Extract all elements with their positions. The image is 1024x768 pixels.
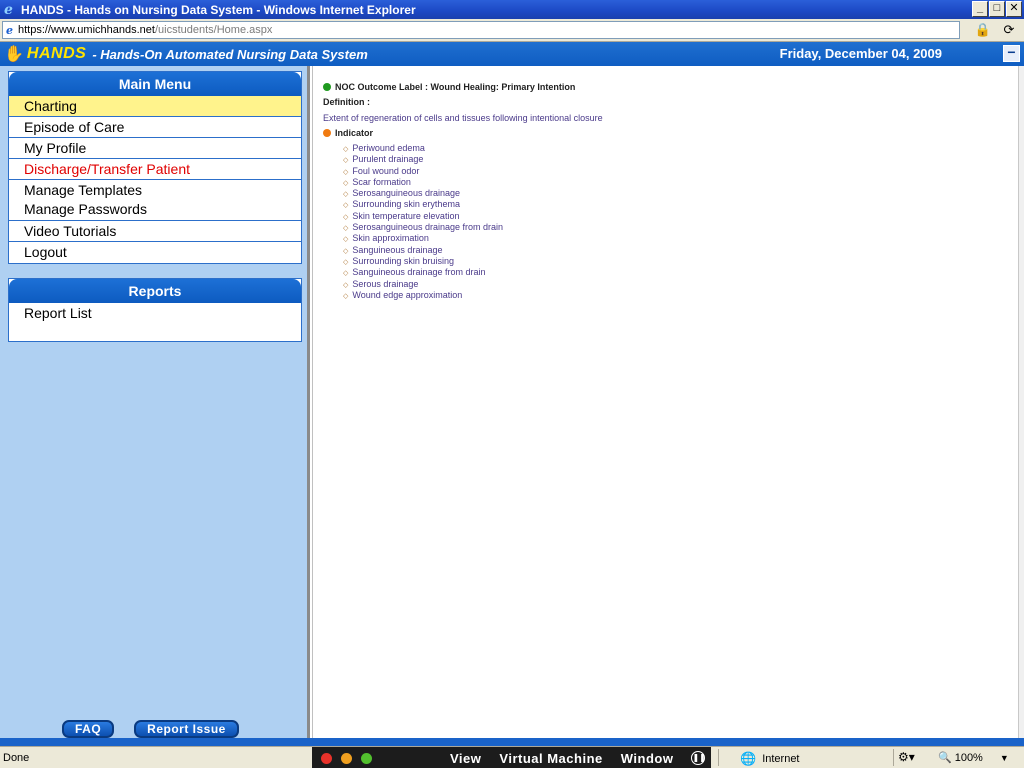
noc-outcome-label: NOC Outcome Label : Wound Healing: Prima… [323, 82, 575, 92]
refresh-icon[interactable]: ⟳ [1000, 21, 1018, 39]
menu-item-my-profile[interactable]: My Profile [9, 138, 301, 159]
security-zone: 🌐 Internet [740, 751, 800, 767]
reports-menu: Reports Report List [8, 278, 302, 342]
indicator-label: Indicator [335, 128, 374, 138]
status-text: Done [3, 752, 30, 764]
url-field[interactable]: e https://www.umichhands.net/uicstudents… [2, 21, 960, 39]
magnifier-icon: 🔍 [938, 752, 952, 764]
menu-item-episode-of-care[interactable]: Episode of Care [9, 117, 301, 138]
indicator-heading: Indicator [323, 128, 373, 138]
main-menu-title: Main Menu [9, 72, 301, 96]
list-item[interactable]: Serosanguineous drainage from drain [343, 222, 503, 233]
vm-menu-window[interactable]: Window [621, 751, 674, 766]
vm-toolbar: View Virtual Machine Window ❚❚ [312, 747, 711, 768]
zoom-level: 100% [954, 751, 983, 764]
zoom-control[interactable]: 🔍 100% ▼ [938, 751, 1009, 765]
pause-icon[interactable]: ❚❚ [691, 751, 706, 765]
collapse-button[interactable]: − [1003, 45, 1020, 62]
definition-text: Extent of regeneration of cells and tiss… [323, 113, 603, 123]
url-host: https://www.umichhands.net [18, 24, 155, 36]
ie-logo-icon: e [4, 1, 13, 18]
menu-item-manage-passwords[interactable]: Manage Passwords [9, 200, 301, 221]
main-menu: Main Menu Charting Episode of Care My Pr… [8, 71, 302, 264]
menu-item-video-tutorials[interactable]: Video Tutorials [9, 221, 301, 242]
minimize-button[interactable]: _ [972, 1, 988, 17]
close-light-icon[interactable] [321, 752, 332, 764]
close-button[interactable]: ✕ [1006, 1, 1022, 17]
maximize-button[interactable]: □ [989, 1, 1005, 17]
sidebar: Main Menu Charting Episode of Care My Pr… [0, 66, 310, 738]
list-item[interactable]: Sanguineous drainage [343, 245, 503, 256]
ie-page-icon: e [6, 23, 13, 37]
app-header: ✋ HANDS - Hands-On Automated Nursing Dat… [0, 42, 1024, 66]
scrollbar[interactable] [1018, 66, 1024, 738]
list-item[interactable]: Foul wound odor [343, 166, 503, 177]
list-item[interactable]: Wound edge approximation [343, 290, 503, 301]
list-item[interactable]: Surrounding skin erythema [343, 199, 503, 210]
current-date: Friday, December 04, 2009 [779, 46, 942, 61]
reports-title: Reports [9, 279, 301, 303]
brand-logo: HANDS [26, 45, 87, 62]
green-dot-icon [323, 83, 331, 91]
chevron-down-icon: ▼ [999, 752, 1009, 763]
protected-mode-icon[interactable]: ⚙▾ [898, 750, 915, 764]
window-title: HANDS - Hands on Nursing Data System - W… [21, 2, 416, 17]
menu-item-discharge-transfer[interactable]: Discharge/Transfer Patient [9, 159, 301, 180]
divider [893, 749, 894, 766]
list-item[interactable]: Surrounding skin bruising [343, 256, 503, 267]
window-title-bar: e HANDS - Hands on Nursing Data System -… [0, 0, 1024, 19]
list-item[interactable]: Sanguineous drainage from drain [343, 267, 503, 278]
definition-label: Definition : [323, 97, 370, 107]
list-item[interactable]: Serosanguineous drainage [343, 188, 503, 199]
content-pane: NOC Outcome Label : Wound Healing: Prima… [312, 66, 1018, 738]
zone-label: Internet [762, 753, 800, 765]
zoom-light-icon[interactable] [361, 752, 372, 764]
report-issue-button[interactable]: Report Issue [134, 720, 239, 738]
menu-item-report-list[interactable]: Report List [9, 303, 301, 324]
globe-icon: 🌐 [740, 751, 757, 766]
hand-logo-icon: ✋ [4, 46, 24, 63]
indicator-list: Periwound edema Purulent drainage Foul w… [343, 143, 503, 301]
footer-bar [0, 738, 1024, 746]
address-bar: e https://www.umichhands.net/uicstudents… [0, 19, 1024, 42]
noc-label-text: NOC Outcome Label : Wound Healing: Prima… [335, 82, 576, 92]
list-item[interactable]: Skin approximation [343, 233, 503, 244]
list-item[interactable]: Purulent drainage [343, 154, 503, 165]
vm-menu-view[interactable]: View [450, 751, 481, 766]
list-item[interactable]: Periwound edema [343, 143, 503, 154]
url-path: /uicstudents/Home.aspx [154, 24, 273, 36]
divider [718, 749, 719, 766]
menu-item-charting[interactable]: Charting [9, 96, 301, 117]
faq-button[interactable]: FAQ [62, 720, 115, 738]
list-item[interactable]: Serous drainage [343, 279, 503, 290]
menu-item-manage-templates[interactable]: Manage Templates [9, 180, 301, 200]
list-item[interactable]: Scar formation [343, 177, 503, 188]
minimize-light-icon[interactable] [341, 752, 352, 764]
lock-icon[interactable]: 🔒 [974, 21, 992, 39]
list-item[interactable]: Skin temperature elevation [343, 211, 503, 222]
orange-dot-icon [323, 129, 331, 137]
vm-menu-virtual-machine[interactable]: Virtual Machine [499, 751, 602, 766]
menu-item-logout[interactable]: Logout [9, 242, 301, 263]
status-bar: Done View Virtual Machine Window ❚❚ 🌐 In… [0, 746, 1024, 768]
app-subtitle: - Hands-On Automated Nursing Data System [92, 46, 368, 62]
